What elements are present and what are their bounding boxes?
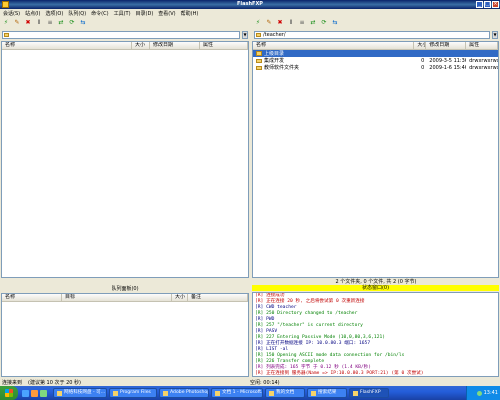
up-folder-icon <box>256 51 262 56</box>
left-path-row: ▼ <box>2 30 248 40</box>
sync-icon[interactable]: ⇆ <box>79 19 87 27</box>
log-panel[interactable]: [R] 连接成功 [R] 正在连接 20 秒, 之后将尝试第 0 次重新连接 [R]… <box>252 292 499 377</box>
minimize-button[interactable]: _ <box>476 1 483 8</box>
log-title: 状态窗口(0) <box>252 285 499 291</box>
left-toolbar: ⚡ ✎ ✖ Ⅱ ≡ ⇄ ⟳ ⇆ <box>0 17 250 29</box>
menu-view[interactable]: 查看(V) <box>158 10 175 17</box>
folder-icon <box>256 58 262 63</box>
right-path-row: /teacher/ ▼ <box>254 30 498 40</box>
col-attr[interactable]: 属性 <box>466 42 498 49</box>
col-name[interactable]: 名称 <box>253 42 415 49</box>
col-queue-size[interactable]: 大小 <box>172 294 188 301</box>
system-tray: 13:41 <box>466 386 500 400</box>
col-queue-note[interactable]: 备注 <box>188 294 248 301</box>
col-date[interactable]: 修改日期 <box>426 42 467 49</box>
menu-options[interactable]: 选项(O) <box>45 10 63 17</box>
search-icon <box>311 390 316 396</box>
col-name[interactable]: 名称 <box>2 42 132 49</box>
menu-session[interactable]: 会话(S) <box>3 10 20 17</box>
media-icon[interactable] <box>31 389 38 397</box>
left-path-dropdown[interactable]: ▼ <box>242 31 248 39</box>
quick-launch <box>18 389 51 397</box>
menu-help[interactable]: 帮助(H) <box>181 10 199 17</box>
flashfxp-icon <box>353 390 358 396</box>
maximize-button[interactable]: □ <box>484 1 491 8</box>
col-queue-target[interactable]: 目标 <box>62 294 172 301</box>
start-button[interactable] <box>0 386 18 400</box>
right-path-input[interactable]: /teacher/ <box>254 31 490 39</box>
sort-icon[interactable]: ≡ <box>298 19 306 27</box>
refresh-icon[interactable]: ⟳ <box>68 19 76 27</box>
menu-queue[interactable]: 队列(Q) <box>68 10 86 17</box>
close-button[interactable]: × <box>492 1 499 8</box>
right-toolbar: ⚡ ✎ ✖ Ⅱ ≡ ⇄ ⟳ ⇆ <box>252 17 500 29</box>
pause-icon[interactable]: Ⅱ <box>35 19 43 27</box>
delete-icon[interactable]: ✖ <box>276 19 284 27</box>
file-row[interactable]: 教师软件文件夹 0 2009-1-6 15:46 drwxrwxrwx <box>253 64 498 71</box>
taskbar: 网络科技网盘 - 可... Program Files Adobe Photos… <box>0 386 500 400</box>
task-item[interactable]: Program Files <box>109 388 157 398</box>
right-path-dropdown[interactable]: ▼ <box>492 31 498 39</box>
col-size[interactable]: 大小 <box>414 42 427 49</box>
left-file-header: 名称 大小 修改日期 属性 <box>2 42 248 50</box>
delete-icon[interactable]: ✖ <box>24 19 32 27</box>
sync-icon[interactable]: ⇆ <box>331 19 339 27</box>
connect-icon[interactable]: ⚡ <box>254 19 262 27</box>
menu-sites[interactable]: 站点(I) <box>25 10 40 17</box>
folder-icon <box>4 33 9 37</box>
menu-directory[interactable]: 目录(D) <box>136 10 154 17</box>
queue-header: 名称 目标 大小 备注 <box>2 294 248 302</box>
transfer-icon[interactable]: ⇄ <box>57 19 65 27</box>
word-icon <box>215 390 220 396</box>
task-item[interactable]: 我的文档 <box>265 388 305 398</box>
status-right: 空闲: 00:14) <box>250 379 280 386</box>
queue-title: 队列面板(0) <box>111 286 139 292</box>
refresh-icon[interactable]: ⟳ <box>320 19 328 27</box>
menu-commands[interactable]: 命令(C) <box>91 10 108 17</box>
task-item-active[interactable]: FlashFXP <box>349 388 389 398</box>
folder-icon <box>256 33 261 37</box>
transfer-icon[interactable]: ⇄ <box>309 19 317 27</box>
desktop-icon[interactable] <box>40 389 47 397</box>
window-title: FlashFXP <box>237 1 263 7</box>
sort-icon[interactable]: ≡ <box>46 19 54 27</box>
task-item[interactable]: 搜索结果 <box>307 388 347 398</box>
col-date[interactable]: 修改日期 <box>150 42 200 49</box>
folder-icon <box>269 390 274 396</box>
title-bar: FlashFXP _ □ × <box>0 0 500 9</box>
task-item[interactable]: 文档 1 - Microsoft... <box>211 388 263 398</box>
right-file-header: 名称 大小 修改日期 属性 <box>253 42 498 50</box>
file-row[interactable]: 上级目录 <box>253 50 498 57</box>
edit-icon[interactable]: ✎ <box>265 19 273 27</box>
photoshop-icon <box>163 390 168 396</box>
windows-logo-icon <box>5 389 13 397</box>
queue-list[interactable]: 名称 目标 大小 备注 <box>1 293 249 377</box>
network-icon[interactable] <box>476 390 482 396</box>
connect-icon[interactable]: ⚡ <box>2 19 10 27</box>
col-size[interactable]: 大小 <box>132 42 150 49</box>
status-left: 连接来到 <box>2 379 23 386</box>
task-item[interactable]: Adobe Photoshop <box>159 388 209 398</box>
ie-icon[interactable] <box>22 389 29 397</box>
col-queue-name[interactable]: 名称 <box>2 294 62 301</box>
menu-bar: 会话(S) 站点(I) 选项(O) 队列(Q) 命令(C) 工具(T) 目录(D… <box>0 9 500 17</box>
window-controls: _ □ × <box>476 1 499 8</box>
folder-icon <box>113 390 118 396</box>
task-item[interactable]: 网络科技网盘 - 可... <box>53 388 107 398</box>
menu-tools[interactable]: 工具(T) <box>114 10 131 17</box>
edit-icon[interactable]: ✎ <box>13 19 21 27</box>
folder-icon <box>256 65 262 70</box>
file-row[interactable]: 集成开发 0 2009-3-5 11:36 drwxrwxrwx <box>253 57 498 64</box>
right-path-text: /teacher/ <box>263 32 286 38</box>
status-bar: 连接来到 (建议第 10 次于 20 秒) 空闲: 00:14) <box>0 378 500 386</box>
col-attr[interactable]: 属性 <box>200 42 248 49</box>
clock: 13:41 <box>483 390 498 396</box>
right-file-list[interactable]: 名称 大小 修改日期 属性 上级目录 集成开发 0 2009-3-5 11:36… <box>252 41 499 278</box>
left-file-list[interactable]: 名称 大小 修改日期 属性 <box>1 41 249 278</box>
app-icon <box>57 390 62 396</box>
pause-icon[interactable]: Ⅱ <box>287 19 295 27</box>
status-left-detail: (建议第 10 次于 20 秒) <box>28 379 81 386</box>
left-path-input[interactable] <box>2 31 240 39</box>
